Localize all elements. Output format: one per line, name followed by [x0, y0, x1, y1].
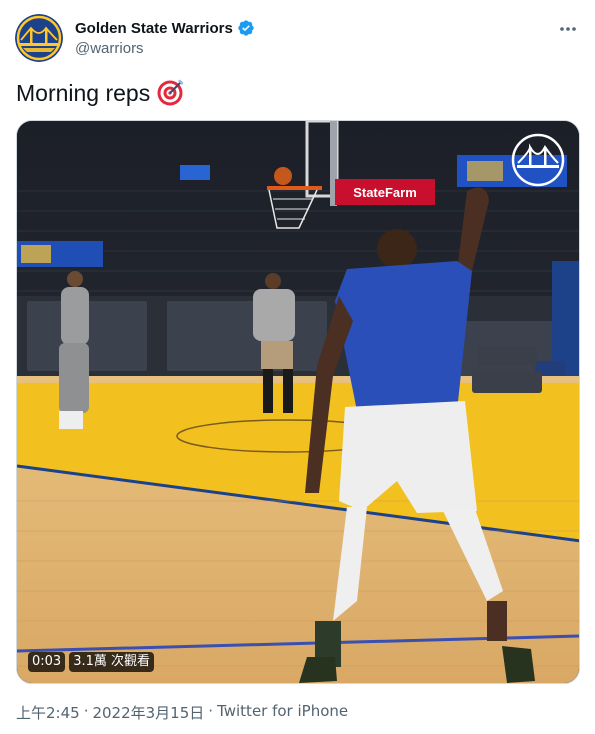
timestamp-separator: · — [83, 702, 89, 720]
tweet-text: Morning reps — [16, 78, 184, 108]
tweet-timestamp: 上午2:45 · 2022年3月15日 · Twitter for iPhone — [16, 702, 348, 723]
author-handle[interactable]: @warriors — [75, 40, 144, 57]
author-name-row[interactable]: Golden State Warriors — [75, 19, 255, 37]
sponsor-signage: StateFarm — [353, 185, 417, 200]
video-player[interactable]: StateFarm 0:03 3.1萬 次觀看 — [16, 120, 580, 684]
video-frame: StateFarm — [17, 121, 579, 683]
tweet-date-link[interactable]: 2022年3月15日 — [92, 702, 204, 723]
avatar[interactable] — [15, 14, 63, 62]
warriors-bridge-logo-icon — [15, 14, 63, 62]
video-meta: 0:03 3.1萬 次觀看 — [28, 652, 155, 672]
direct-hit-target-icon — [157, 79, 184, 106]
tweet-text-content: Morning reps — [16, 80, 151, 106]
player-left — [59, 271, 89, 429]
tweet-card: Golden State Warriors @warriors Morning … — [0, 0, 595, 734]
video-view-count: 3.1萬 次觀看 — [69, 652, 155, 672]
more-options-button[interactable] — [555, 16, 581, 42]
source-separator: · — [208, 702, 214, 720]
tweet-time-link[interactable]: 上午2:45 — [16, 702, 80, 723]
warriors-watermark-icon — [511, 133, 565, 187]
video-duration: 0:03 — [28, 652, 66, 672]
display-name[interactable]: Golden State Warriors — [75, 20, 233, 37]
tweet-source-link[interactable]: Twitter for iPhone — [217, 702, 348, 723]
more-horizontal-icon — [560, 27, 576, 31]
verified-badge-icon — [238, 20, 254, 36]
